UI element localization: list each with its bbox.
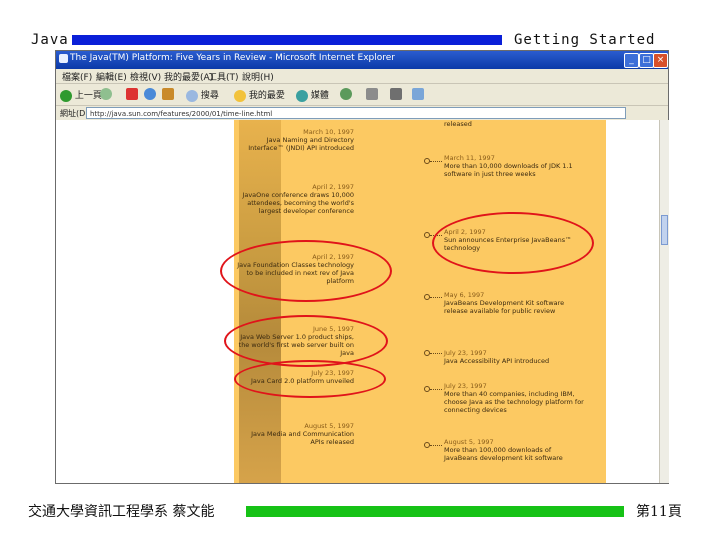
scroll-thumb[interactable]: [661, 215, 668, 245]
search-icon: [186, 89, 198, 102]
history-button[interactable]: [340, 88, 352, 100]
menu-help[interactable]: 說明(H): [242, 70, 274, 83]
timeline-connector: [430, 389, 442, 391]
timeline-connector: [430, 445, 442, 447]
menu-file[interactable]: 檔案(F): [62, 70, 92, 83]
toolbar: 上一頁 搜尋 我的最愛 媒體: [56, 83, 668, 106]
favorites-button[interactable]: 我的最愛: [234, 88, 285, 102]
home-button[interactable]: [162, 88, 174, 100]
mail-button[interactable]: [366, 88, 378, 100]
menu-tools[interactable]: 工具(T): [208, 70, 239, 83]
timeline-connector: [430, 353, 442, 355]
mail-icon: [366, 88, 378, 100]
history-icon: [340, 88, 352, 100]
back-button[interactable]: 上一頁: [60, 88, 102, 102]
address-input[interactable]: http://java.sun.com/features/2000/01/tim…: [86, 107, 626, 119]
timeline-entry-right: July 23, 1997 More than 40 companies, inc…: [444, 382, 584, 414]
slide-header-left: Java: [31, 32, 69, 48]
address-label: 網址(D): [60, 109, 89, 118]
timeline-entry-right: March 11, 1997 More than 10,000 downloads…: [444, 154, 573, 178]
print-button[interactable]: [390, 88, 402, 100]
minimize-button[interactable]: _: [624, 53, 639, 68]
stop-icon: [126, 88, 138, 100]
edit-icon: [412, 88, 424, 100]
timeline-entry-right: released: [444, 120, 472, 128]
media-icon: [296, 89, 308, 102]
address-bar: 網址(D) http://java.sun.com/features/2000/…: [56, 105, 668, 121]
menu-edit[interactable]: 編輯(E): [96, 70, 127, 83]
refresh-icon: [144, 88, 156, 100]
close-button[interactable]: ×: [653, 53, 668, 68]
slide-footer-left: 交通大學資訊工程學系 蔡文能: [28, 504, 215, 520]
timeline-entry-left: August 5, 1997 Java Media and Communicati…: [251, 422, 354, 446]
window-title: The Java(TM) Platform: Five Years in Rev…: [70, 53, 395, 63]
home-icon: [162, 88, 174, 100]
timeline-entry-right: August 5, 1997 More than 100,000 download…: [444, 438, 563, 462]
forward-icon: [100, 88, 112, 100]
footer-bar: [246, 506, 624, 517]
favorites-icon: [234, 89, 246, 102]
title-bar: The Java(TM) Platform: Five Years in Rev…: [56, 51, 668, 69]
menu-bar: 檔案(F) 編輯(E) 檢視(V) 我的最愛(A) 工具(T) 說明(H): [56, 69, 668, 83]
edit-button[interactable]: [412, 88, 424, 100]
timeline-entry-right: May 6, 1997 JavaBeans Development Kit sof…: [444, 291, 565, 315]
vertical-scrollbar[interactable]: [659, 120, 669, 483]
slide-page-number: 第11頁: [636, 504, 682, 520]
menu-favorites[interactable]: 我的最愛(A): [164, 70, 213, 83]
annotation-circle: [432, 212, 594, 274]
timeline-connector: [430, 297, 442, 299]
timeline-connector: [430, 161, 442, 163]
header-bar: [72, 35, 502, 45]
annotation-circle: [220, 240, 392, 302]
back-icon: [60, 89, 72, 102]
timeline-entry-left: March 10, 1997 Java Naming and Directory …: [248, 128, 354, 152]
maximize-button[interactable]: □: [639, 53, 654, 68]
refresh-button[interactable]: [144, 88, 156, 100]
annotation-circle: [234, 360, 386, 398]
stop-button[interactable]: [126, 88, 138, 100]
timeline-entry-left: April 2, 1997 JavaOne conference draws 10…: [242, 183, 354, 215]
search-button[interactable]: 搜尋: [186, 88, 219, 102]
print-icon: [390, 88, 402, 100]
ie-icon: [59, 54, 68, 63]
forward-button[interactable]: [100, 88, 112, 100]
timeline-entry-right: July 23, 1997 Java Accessibility API intr…: [444, 349, 550, 365]
slide-header-right: Getting Started: [514, 32, 656, 48]
media-button[interactable]: 媒體: [296, 88, 329, 102]
menu-view[interactable]: 檢視(V): [130, 70, 161, 83]
page-content: March 10, 1997 Java Naming and Directory …: [56, 120, 659, 483]
